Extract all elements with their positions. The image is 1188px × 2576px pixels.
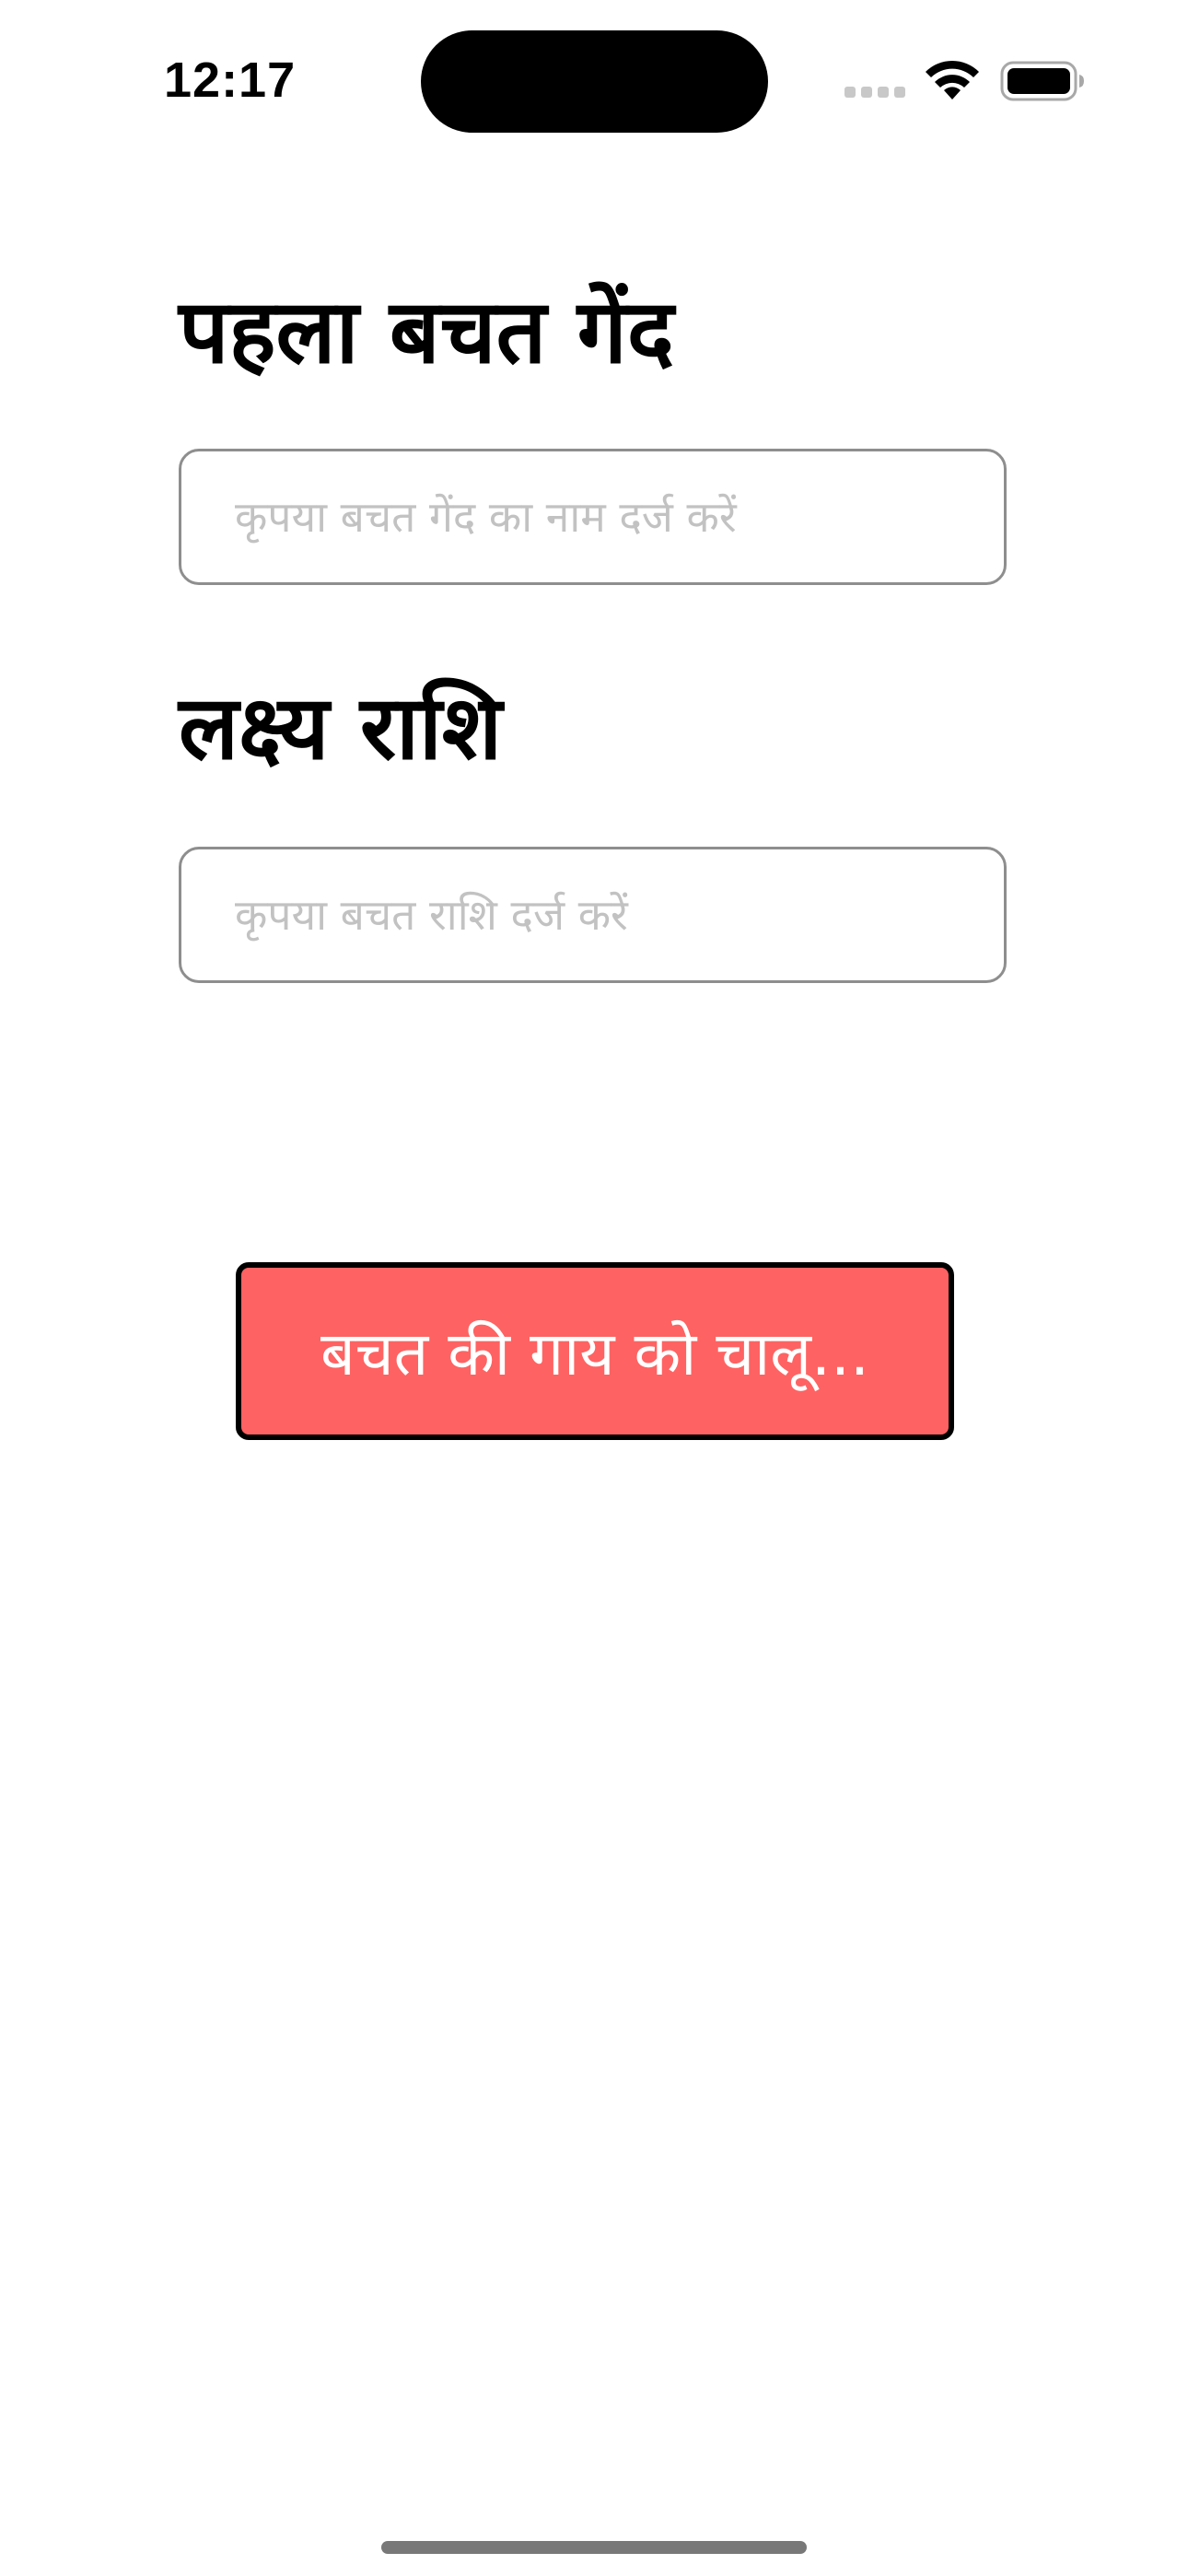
- goal-name-label: पहला बचत गेंद: [179, 280, 674, 383]
- wifi-icon: [926, 60, 979, 100]
- goal-name-input[interactable]: [235, 451, 972, 582]
- goal-name-field[interactable]: [179, 449, 1007, 585]
- start-savings-button-label: बचत की गाय को चालू...: [320, 1317, 869, 1389]
- status-time: 12:17: [164, 53, 297, 108]
- cellular-signal-icon: [844, 85, 905, 98]
- target-amount-input[interactable]: [235, 849, 972, 980]
- dynamic-island: [421, 30, 768, 133]
- target-amount-label: लक्ष्य राशि: [179, 676, 503, 779]
- home-indicator[interactable]: [381, 2541, 807, 2554]
- target-amount-field[interactable]: [179, 847, 1007, 983]
- start-savings-button[interactable]: बचत की गाय को चालू...: [236, 1262, 954, 1440]
- battery-icon: [1000, 61, 1084, 101]
